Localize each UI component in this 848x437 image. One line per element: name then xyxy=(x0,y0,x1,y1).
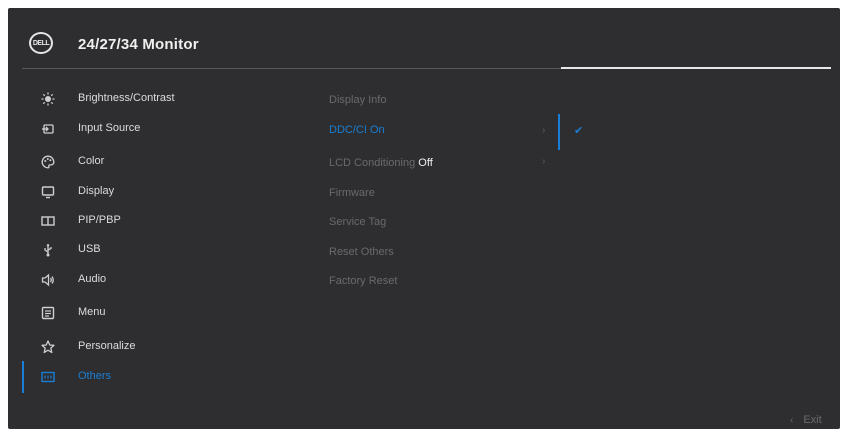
exit-label: Exit xyxy=(803,414,822,426)
menu-item-input-source[interactable]: Input Source xyxy=(22,116,302,142)
menu-item-menu[interactable]: Menu xyxy=(22,300,302,326)
audio-icon xyxy=(40,272,56,288)
menu-item-label: Input Source xyxy=(78,122,141,134)
display-icon xyxy=(40,184,56,200)
chevron-right-icon: › xyxy=(542,156,546,167)
personalize-icon xyxy=(40,339,56,355)
osd-header: DELL 24/27/34 Monitor xyxy=(8,8,840,68)
menu-icon xyxy=(40,305,56,321)
menu-item-label: USB xyxy=(78,243,101,255)
submenu-factory-reset[interactable]: Factory Reset xyxy=(329,275,397,295)
menu-item-label: Display xyxy=(78,185,115,197)
color-icon xyxy=(40,154,56,170)
menu-item-personalize[interactable]: Personalize xyxy=(22,334,302,360)
chevron-right-icon: › xyxy=(542,125,546,136)
menu-item-label: Others xyxy=(78,370,112,382)
menu-item-label: PIP/PBP xyxy=(78,214,121,226)
input-source-icon xyxy=(40,121,56,137)
menu-item-label: Brightness/Contrast xyxy=(78,92,175,104)
osd-title: 24/27/34 Monitor xyxy=(78,36,199,53)
lcd-conditioning-value: Off xyxy=(418,157,433,169)
selection-indicator xyxy=(558,114,560,150)
brightness-icon xyxy=(40,91,56,107)
menu-item-label: Menu xyxy=(78,306,106,318)
submenu-firmware[interactable]: Firmware xyxy=(329,187,375,207)
submenu-display-info[interactable]: Display Info xyxy=(329,94,386,114)
menu-item-label: Audio xyxy=(78,273,107,285)
dell-logo: DELL xyxy=(29,32,53,54)
submenu-reset-others[interactable]: Reset Others xyxy=(329,246,394,266)
dell-logo-text: DELL xyxy=(32,39,50,47)
check-icon[interactable]: ✔ xyxy=(574,124,583,137)
others-icon xyxy=(40,369,56,385)
pip-pbp-icon xyxy=(40,213,56,229)
menu-item-label: Personalize xyxy=(78,340,136,352)
active-indicator xyxy=(22,361,24,393)
monitor-osd-window: DELL 24/27/34 Monitor Brightness/Contras… xyxy=(8,8,840,429)
menu-item-label: Color xyxy=(78,155,105,167)
menu-item-audio[interactable]: Audio xyxy=(22,267,302,293)
usb-icon xyxy=(40,242,56,258)
lcd-conditioning-label: LCD Conditioning xyxy=(329,157,416,169)
menu-item-usb[interactable]: USB xyxy=(22,237,302,263)
menu-item-display[interactable]: Display xyxy=(22,179,302,205)
menu-item-pip-pbp[interactable]: PIP/PBP xyxy=(22,208,302,234)
exit-button[interactable]: ‹ Exit xyxy=(790,414,822,426)
submenu-ddc-ci[interactable]: DDC/CI On xyxy=(329,124,385,144)
menu-item-brightness-contrast[interactable]: Brightness/Contrast xyxy=(22,86,302,112)
submenu-lcd-conditioning[interactable]: LCD Conditioning Off xyxy=(329,157,433,177)
menu-item-color[interactable]: Color xyxy=(22,149,302,175)
menu-item-others[interactable]: Others xyxy=(22,361,302,393)
back-arrow-icon: ‹ xyxy=(790,414,794,426)
submenu-service-tag[interactable]: Service Tag xyxy=(329,216,386,236)
header-divider-highlight xyxy=(561,67,831,69)
